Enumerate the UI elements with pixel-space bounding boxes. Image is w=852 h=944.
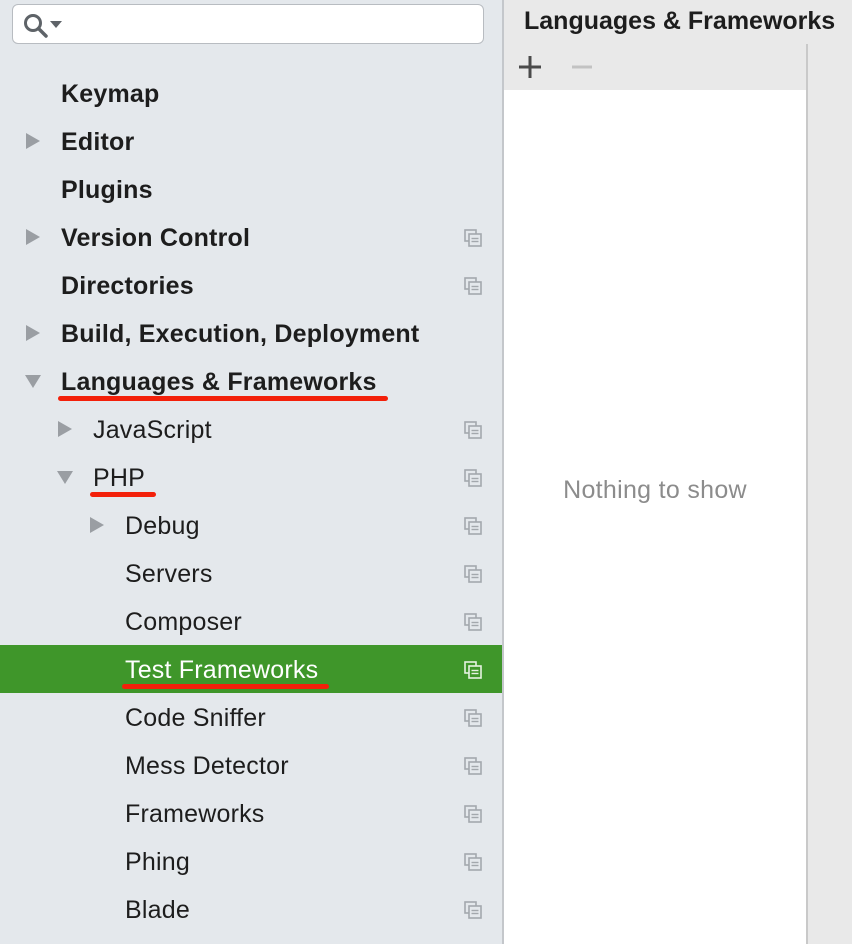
search-icon bbox=[24, 14, 48, 38]
tree-item-mess-detector[interactable]: Mess Detector bbox=[0, 741, 502, 789]
copy-icon bbox=[464, 565, 482, 583]
tree-item-directories[interactable]: Directories bbox=[0, 261, 502, 309]
copy-icon bbox=[464, 805, 482, 823]
tree-item-label: Code Sniffer bbox=[125, 704, 266, 732]
copy-icon bbox=[464, 661, 482, 679]
tree-item-label: PHP bbox=[93, 464, 146, 492]
copy-icon bbox=[464, 757, 482, 775]
triangle-right-icon[interactable] bbox=[24, 228, 42, 246]
tree-item-composer[interactable]: Composer bbox=[0, 597, 502, 645]
tree-item-code-sniffer[interactable]: Code Sniffer bbox=[0, 693, 502, 741]
tree-item-label: Debug bbox=[125, 512, 200, 540]
list-toolbar bbox=[504, 44, 806, 90]
copy-icon bbox=[464, 709, 482, 727]
search-field[interactable] bbox=[12, 4, 484, 44]
triangle-down-icon[interactable] bbox=[56, 468, 74, 486]
tree-item-frameworks[interactable]: Frameworks bbox=[0, 789, 502, 837]
copy-icon bbox=[464, 469, 482, 487]
tree-item-label: Keymap bbox=[61, 80, 160, 108]
tree-item-label: JavaScript bbox=[93, 416, 212, 444]
triangle-right-icon[interactable] bbox=[24, 132, 42, 150]
frameworks-list[interactable]: Nothing to show bbox=[504, 90, 806, 944]
plus-icon[interactable] bbox=[516, 53, 544, 81]
tree-item-languages-frameworks[interactable]: Languages & Frameworks bbox=[0, 357, 502, 405]
tree-item-keymap[interactable]: Keymap bbox=[0, 69, 502, 117]
panel-border bbox=[806, 44, 808, 944]
tree-item-plugins[interactable]: Plugins bbox=[0, 165, 502, 213]
empty-state-text: Nothing to show bbox=[563, 476, 747, 504]
tree-item-phing[interactable]: Phing bbox=[0, 837, 502, 885]
content-panel: Languages & Frameworks Nothing to show bbox=[504, 0, 852, 944]
tree-item-label: Phing bbox=[125, 848, 190, 876]
copy-icon bbox=[464, 853, 482, 871]
tree-item-build-execution-deployment[interactable]: Build, Execution, Deployment bbox=[0, 309, 502, 357]
tree-item-label: Editor bbox=[61, 128, 135, 156]
tree-item-debug[interactable]: Debug bbox=[0, 501, 502, 549]
tree-item-test-frameworks[interactable]: Test Frameworks bbox=[0, 645, 502, 693]
tree-item-editor[interactable]: Editor bbox=[0, 117, 502, 165]
annotation-underline bbox=[58, 396, 388, 401]
copy-icon bbox=[464, 901, 482, 919]
chevron-down-icon[interactable] bbox=[50, 21, 62, 29]
triangle-right-icon[interactable] bbox=[24, 324, 42, 342]
tree-item-label: Directories bbox=[61, 272, 194, 300]
tree-item-servers[interactable]: Servers bbox=[0, 549, 502, 597]
tree-item-label: Mess Detector bbox=[125, 752, 289, 780]
annotation-underline bbox=[90, 492, 156, 497]
annotation-underline bbox=[122, 684, 329, 689]
tree-item-label: Frameworks bbox=[125, 800, 265, 828]
tree-item-label: Blade bbox=[125, 896, 190, 924]
copy-icon bbox=[464, 229, 482, 247]
tree-item-javascript[interactable]: JavaScript bbox=[0, 405, 502, 453]
tree-item-label: Version Control bbox=[61, 224, 251, 252]
tree-item-label: Test Frameworks bbox=[125, 656, 319, 684]
settings-sidebar: Keymap Editor Plugins Version Control Direct… bbox=[0, 0, 502, 944]
tree-item-label: Languages & Frameworks bbox=[61, 368, 377, 396]
tree-item-label: Plugins bbox=[61, 176, 153, 204]
tree-item-label: Build, Execution, Deployment bbox=[61, 320, 420, 348]
tree-item-label: Servers bbox=[125, 560, 213, 588]
copy-icon bbox=[464, 421, 482, 439]
tree-item-label: Composer bbox=[125, 608, 242, 636]
tree-item-php[interactable]: PHP bbox=[0, 453, 502, 501]
tree-item-version-control[interactable]: Version Control bbox=[0, 213, 502, 261]
copy-icon bbox=[464, 517, 482, 535]
copy-icon bbox=[464, 277, 482, 295]
minus-icon[interactable] bbox=[568, 53, 596, 81]
triangle-down-icon[interactable] bbox=[24, 372, 42, 390]
copy-icon bbox=[464, 613, 482, 631]
search-input[interactable] bbox=[71, 11, 471, 37]
page-title: Languages & Frameworks bbox=[524, 7, 836, 35]
triangle-right-icon[interactable] bbox=[56, 420, 74, 438]
triangle-right-icon[interactable] bbox=[88, 516, 106, 534]
tree-item-blade[interactable]: Blade bbox=[0, 885, 502, 933]
